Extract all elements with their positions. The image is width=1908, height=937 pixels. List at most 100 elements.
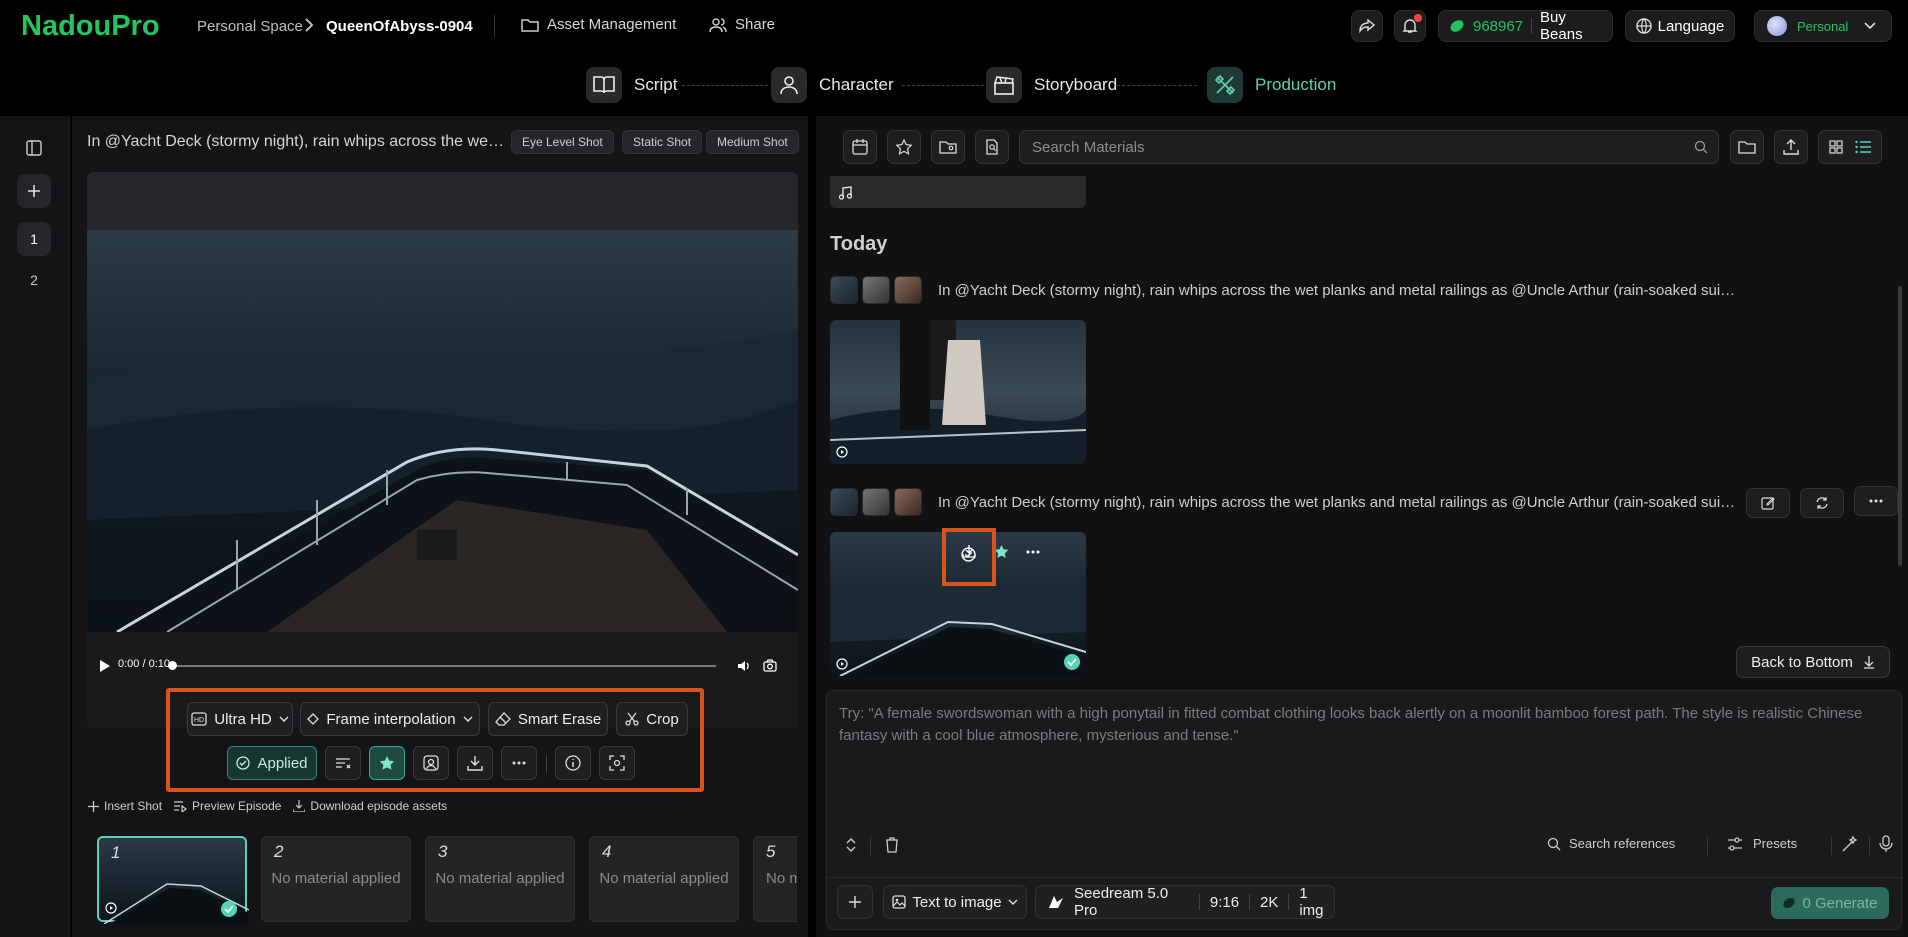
applied-button[interactable]: Applied xyxy=(227,746,317,780)
shot-thumb[interactable]: 4 No material applied xyxy=(589,836,739,922)
beans-count: 968967 xyxy=(1473,17,1524,35)
generate-button[interactable]: 0 Generate xyxy=(1771,887,1889,919)
back-to-bottom-button[interactable]: Back to Bottom xyxy=(1736,646,1890,678)
app-logo[interactable]: NadouPro xyxy=(21,10,160,43)
breadcrumb-space[interactable]: Personal Space xyxy=(197,18,303,35)
divider xyxy=(870,837,871,855)
download-episode-link[interactable]: Download episode assets xyxy=(293,799,447,813)
divider xyxy=(827,877,1903,878)
edit-icon xyxy=(1761,496,1775,510)
trash-icon[interactable] xyxy=(885,837,899,853)
play-icon[interactable] xyxy=(99,659,111,673)
toggle-sidebar-button[interactable] xyxy=(17,131,51,165)
search-references-button[interactable]: Search references xyxy=(1547,836,1675,851)
generation-prompt[interactable]: In @Yacht Deck (stormy night), rain whip… xyxy=(938,494,1738,511)
breadcrumb-project[interactable]: QueenOfAbyss-0904 xyxy=(326,18,473,35)
prompt-input[interactable]: Try: "A female swordswoman with a high p… xyxy=(839,703,1879,747)
smart-erase-label: Smart Erase xyxy=(517,710,602,728)
page-item[interactable]: 2 xyxy=(17,263,51,297)
view-toggle[interactable] xyxy=(1818,130,1882,164)
clapperboard-icon xyxy=(986,67,1022,103)
star-icon[interactable] xyxy=(994,544,1009,559)
tag-chip[interactable]: Eye Level Shot xyxy=(511,130,614,154)
mode-dropdown[interactable]: Text to image xyxy=(883,885,1027,919)
preview-episode-link[interactable]: Preview Episode xyxy=(174,799,281,813)
volume-icon[interactable] xyxy=(737,659,751,673)
step-production[interactable]: Production xyxy=(1207,67,1336,103)
chevron-down-icon xyxy=(1008,899,1018,905)
video-frame[interactable] xyxy=(87,230,798,632)
calendar-icon xyxy=(852,139,868,155)
calendar-filter-button[interactable] xyxy=(843,130,877,164)
regenerate-button[interactable] xyxy=(1800,488,1844,518)
adjust-button[interactable] xyxy=(325,746,361,780)
open-folder-button[interactable] xyxy=(1730,130,1764,164)
focus-button[interactable] xyxy=(599,746,635,780)
add-page-button[interactable] xyxy=(17,174,51,208)
download-button[interactable] xyxy=(457,746,493,780)
shot-thumb[interactable]: 3 No material applied xyxy=(425,836,575,922)
microphone-icon[interactable] xyxy=(1879,835,1893,853)
apply-button-highlight[interactable] xyxy=(942,528,996,586)
ultra-hd-label: Ultra HD xyxy=(214,710,272,728)
step-script[interactable]: Script xyxy=(586,67,677,103)
shot-thumb[interactable]: 5 No m xyxy=(753,836,797,922)
notifications-button[interactable] xyxy=(1394,10,1426,42)
character-filter-button[interactable] xyxy=(931,130,965,164)
page-item[interactable]: 1 xyxy=(17,222,51,256)
chevron-down-icon xyxy=(1864,22,1876,30)
model-settings[interactable]: Seedream 5.0 Pro 9:16 2K 1 img xyxy=(1035,885,1335,919)
more-button[interactable] xyxy=(1854,486,1898,516)
search-input[interactable]: Search Materials xyxy=(1019,130,1719,164)
workspace-switcher[interactable]: Personal xyxy=(1754,10,1892,42)
crop-button[interactable]: Crop xyxy=(616,702,688,736)
magic-wand-icon[interactable] xyxy=(1841,835,1859,853)
favorites-filter-button[interactable] xyxy=(887,130,921,164)
share-arrow-button[interactable] xyxy=(1351,10,1383,42)
search-file-button[interactable] xyxy=(975,130,1009,164)
presets-button[interactable]: Presets xyxy=(1727,836,1797,851)
scrollbar[interactable] xyxy=(1898,286,1902,566)
character-reference-button[interactable] xyxy=(413,746,449,780)
material-tools-highlight: HD Ultra HD Frame interpolation Smart Er… xyxy=(166,688,704,792)
tag-chip[interactable]: Static Shot xyxy=(622,130,703,154)
folder-icon xyxy=(521,17,539,33)
grid-view-icon[interactable] xyxy=(1829,140,1843,154)
step-character[interactable]: Character xyxy=(771,67,894,103)
favorite-button[interactable] xyxy=(369,746,405,780)
shot-number: 3 xyxy=(438,842,448,861)
ultra-hd-dropdown[interactable]: HD Ultra HD xyxy=(187,702,293,736)
frame-interpolation-dropdown[interactable]: Frame interpolation xyxy=(300,702,480,736)
shot-thumb[interactable]: 2 No material applied xyxy=(261,836,411,922)
edit-button[interactable] xyxy=(1746,488,1790,518)
language-button[interactable]: Language xyxy=(1625,10,1735,42)
language-label: Language xyxy=(1657,17,1725,35)
divider xyxy=(1831,837,1832,855)
share-link[interactable]: Share xyxy=(709,16,775,33)
more-button[interactable] xyxy=(501,746,537,780)
search-placeholder: Search Materials xyxy=(1032,138,1145,156)
generation-prompt[interactable]: In @Yacht Deck (stormy night), rain whip… xyxy=(938,282,1738,299)
expand-icon[interactable] xyxy=(845,837,857,853)
more-icon[interactable] xyxy=(1026,550,1040,554)
diamond-icon xyxy=(307,713,320,725)
smart-erase-button[interactable]: Smart Erase xyxy=(488,702,608,736)
insert-shot-link[interactable]: Insert Shot xyxy=(88,799,162,813)
progress-handle[interactable] xyxy=(168,661,177,670)
asset-management-link[interactable]: Asset Management xyxy=(521,16,676,33)
more-icon xyxy=(1869,499,1883,503)
shot-prompt[interactable]: In @Yacht Deck (stormy night), rain whip… xyxy=(87,133,507,151)
step-storyboard[interactable]: Storyboard xyxy=(986,67,1117,103)
tag-chip[interactable]: Medium Shot xyxy=(706,130,799,154)
progress-track[interactable] xyxy=(171,665,716,667)
camera-icon[interactable] xyxy=(763,659,777,672)
step-label: Storyboard xyxy=(1034,75,1118,94)
generated-video-card[interactable] xyxy=(830,320,1086,464)
audio-material-card[interactable] xyxy=(830,176,1086,208)
info-button[interactable] xyxy=(555,746,591,780)
beans-balance[interactable]: 968967 Buy Beans xyxy=(1438,9,1613,43)
add-reference-button[interactable] xyxy=(837,885,873,919)
shot-thumb[interactable]: 1 xyxy=(97,836,249,924)
list-view-icon[interactable] xyxy=(1855,140,1871,154)
upload-button[interactable] xyxy=(1774,130,1808,164)
